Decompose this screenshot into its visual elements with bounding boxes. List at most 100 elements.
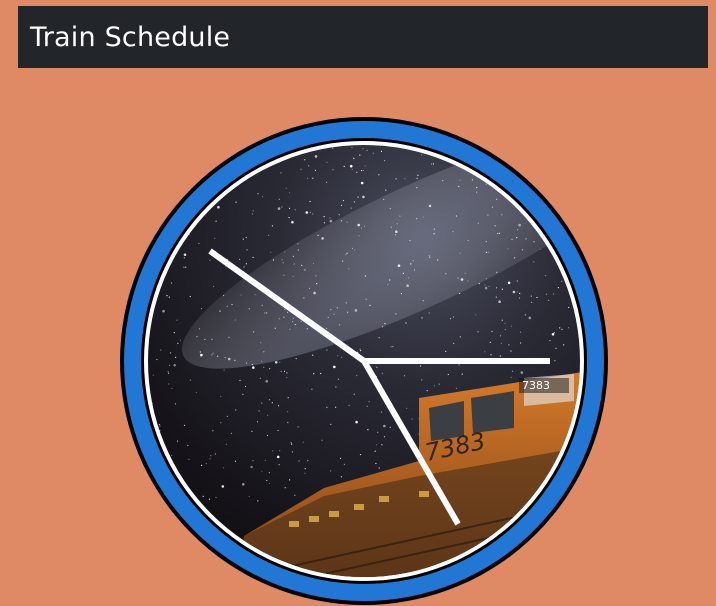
star: [498, 300, 501, 303]
star: [189, 379, 191, 381]
star: [464, 272, 466, 274]
star: [289, 328, 291, 330]
star: [400, 293, 402, 295]
star: [561, 280, 563, 282]
star: [168, 364, 171, 366]
star: [362, 148, 364, 150]
star: [320, 372, 322, 375]
star: [363, 225, 366, 227]
star: [579, 173, 580, 175]
star: [264, 459, 266, 461]
star: [309, 211, 311, 213]
star: [357, 196, 359, 198]
star: [346, 252, 348, 254]
star: [252, 366, 255, 369]
star: [366, 149, 368, 151]
star: [242, 393, 244, 395]
star: [362, 195, 365, 199]
star: [277, 429, 279, 432]
star: [197, 168, 199, 170]
star: [568, 306, 570, 309]
star: [348, 268, 350, 270]
star: [406, 284, 409, 287]
star: [496, 287, 498, 289]
star: [278, 318, 280, 320]
star: [235, 409, 237, 411]
star: [390, 226, 392, 228]
star: [378, 467, 380, 469]
star: [416, 177, 418, 179]
star: [557, 287, 559, 289]
star: [257, 500, 259, 502]
star: [158, 424, 161, 426]
star: [484, 351, 486, 353]
star: [416, 218, 418, 220]
star: [177, 342, 179, 344]
star: [174, 150, 176, 152]
star: [225, 443, 227, 445]
star: [452, 316, 455, 318]
star: [283, 316, 285, 318]
star: [170, 352, 172, 354]
star: [406, 407, 408, 409]
star: [431, 163, 433, 165]
star: [217, 355, 219, 357]
star: [420, 365, 422, 367]
star: [332, 169, 334, 171]
star: [511, 238, 513, 240]
star: [148, 230, 150, 232]
star: [215, 496, 217, 499]
star: [268, 234, 270, 236]
star: [360, 181, 364, 185]
star: [187, 444, 189, 447]
star: [381, 444, 383, 446]
star: [458, 364, 460, 366]
star: [578, 174, 580, 176]
star: [337, 378, 340, 380]
star: [261, 402, 263, 404]
star: [200, 308, 203, 310]
star: [191, 185, 193, 187]
star: [422, 216, 424, 218]
star: [204, 338, 206, 341]
star: [209, 259, 211, 261]
star: [354, 309, 358, 312]
star: [282, 262, 284, 264]
star: [211, 354, 213, 356]
star: [211, 338, 213, 340]
star: [508, 344, 510, 346]
star: [311, 388, 313, 390]
star: [251, 430, 253, 432]
star: [500, 342, 502, 345]
star: [487, 214, 489, 216]
star: [530, 295, 532, 297]
star: [582, 170, 583, 171]
star: [242, 238, 244, 240]
star: [287, 397, 289, 399]
star: [485, 183, 487, 185]
star: [288, 217, 290, 219]
star: [274, 327, 276, 329]
star: [168, 372, 170, 374]
star: [552, 293, 555, 295]
star: [272, 450, 274, 452]
star: [353, 393, 355, 395]
star: [384, 160, 386, 162]
star: [339, 457, 342, 459]
star: [148, 169, 149, 172]
star: [432, 163, 435, 165]
star: [171, 454, 173, 456]
star: [340, 204, 343, 206]
star: [220, 422, 222, 424]
star: [368, 401, 370, 403]
star: [504, 322, 506, 324]
star: [530, 169, 532, 172]
star: [382, 326, 384, 328]
star: [376, 366, 378, 368]
star: [561, 328, 563, 330]
star: [307, 460, 309, 462]
star: [330, 309, 332, 311]
star: [256, 421, 259, 423]
star: [504, 328, 506, 331]
star: [356, 171, 358, 173]
